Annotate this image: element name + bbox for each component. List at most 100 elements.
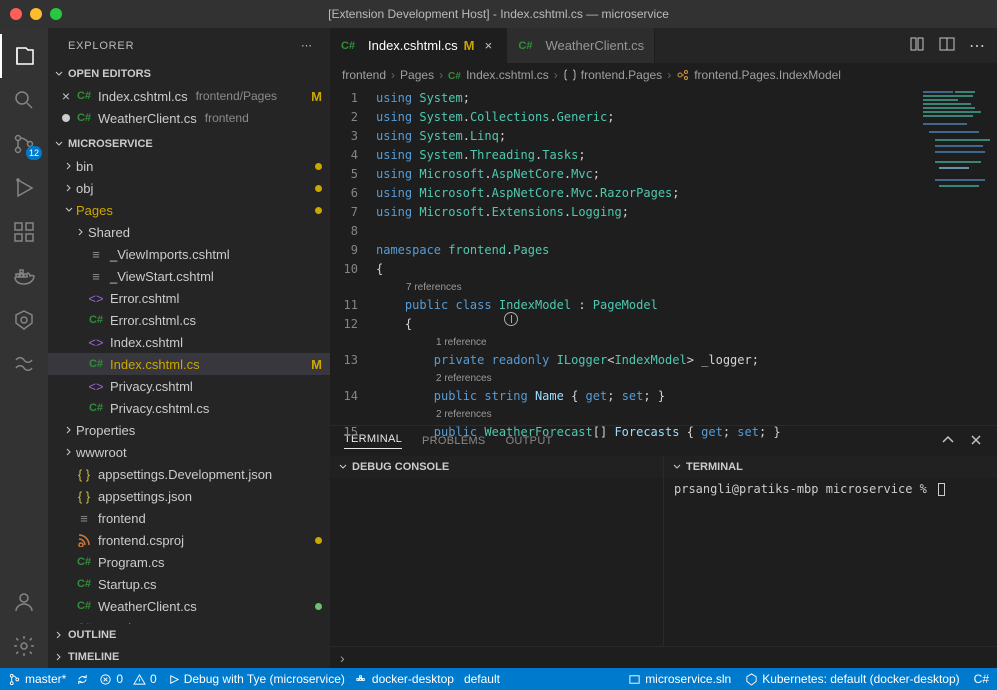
activity-debug[interactable]: [0, 166, 48, 210]
open-editor-item[interactable]: C#WeatherClient.csfrontend: [48, 107, 330, 129]
chevron-right-icon: [54, 652, 66, 662]
codelens[interactable]: 2 references: [376, 406, 917, 423]
editor-tab[interactable]: C#WeatherClient.cs: [507, 28, 655, 63]
compare-changes-icon[interactable]: [909, 36, 925, 55]
timeline-header[interactable]: TIMELINE: [48, 646, 330, 668]
tree-file[interactable]: ≡_ViewImports.cshtml: [48, 243, 330, 265]
breadcrumb-segment[interactable]: frontend.Pages.IndexModel: [676, 68, 841, 82]
window-minimize[interactable]: [30, 8, 42, 20]
project-header[interactable]: MICROSERVICE: [48, 133, 330, 155]
tree-item-label: obj: [76, 181, 93, 196]
code-line[interactable]: {: [376, 315, 917, 334]
tree-file[interactable]: ≡frontend: [48, 507, 330, 529]
outline-header[interactable]: OUTLINE: [48, 624, 330, 646]
activity-settings[interactable]: [0, 624, 48, 668]
tree-file[interactable]: { }appsettings.Development.json: [48, 463, 330, 485]
tree-file[interactable]: C#WeatherClient.cs: [48, 595, 330, 617]
tree-file[interactable]: C#Error.cshtml.cs: [48, 309, 330, 331]
status-sync[interactable]: [76, 673, 89, 686]
tree-file[interactable]: frontend.csproj: [48, 529, 330, 551]
code-line[interactable]: using Microsoft.Extensions.Logging;: [376, 203, 917, 222]
tree-folder[interactable]: obj: [48, 177, 330, 199]
tree-item-label: Index.cshtml: [110, 335, 183, 350]
namespace-icon: [563, 68, 577, 82]
code-line[interactable]: [376, 222, 917, 241]
tree-file[interactable]: <>Privacy.cshtml: [48, 375, 330, 397]
status-language[interactable]: C#: [974, 672, 989, 686]
terminal-content[interactable]: prsangli@pratiks-mbp microservice %: [664, 478, 997, 500]
status-context[interactable]: default: [464, 672, 500, 686]
tree-file[interactable]: C#WeatherForecast.cs: [48, 617, 330, 624]
explorer-more[interactable]: ⋯: [301, 39, 314, 52]
code-line[interactable]: using System.Linq;: [376, 127, 917, 146]
csharp-file-icon: C#: [76, 554, 92, 570]
close-tab-icon[interactable]: ×: [480, 38, 496, 53]
code-line[interactable]: using Microsoft.AspNetCore.Mvc;: [376, 165, 917, 184]
code-editor[interactable]: using System;using System.Collections.Ge…: [376, 87, 917, 425]
status-docker[interactable]: docker-desktop: [355, 672, 454, 686]
code-line[interactable]: using System;: [376, 89, 917, 108]
status-errors[interactable]: 0: [99, 672, 123, 686]
breadcrumb-segment[interactable]: Pages: [400, 68, 434, 82]
tree-folder[interactable]: bin: [48, 155, 330, 177]
codelens[interactable]: 7 references: [376, 279, 917, 296]
open-editors-header[interactable]: OPEN EDITORS: [48, 63, 330, 85]
tree-file[interactable]: { }appsettings.json: [48, 485, 330, 507]
panel-close-icon[interactable]: [969, 433, 983, 450]
activity-extensions[interactable]: [0, 210, 48, 254]
panel-maximize-icon[interactable]: [941, 433, 955, 450]
tree-file[interactable]: ≡_ViewStart.cshtml: [48, 265, 330, 287]
split-editor-icon[interactable]: [939, 36, 955, 55]
code-line[interactable]: using System.Threading.Tasks;: [376, 146, 917, 165]
tree-file[interactable]: <>Index.cshtml: [48, 331, 330, 353]
activity-explorer[interactable]: [0, 34, 48, 78]
close-editor-icon[interactable]: ×: [56, 88, 76, 104]
code-line[interactable]: using System.Collections.Generic;: [376, 108, 917, 127]
status-warnings[interactable]: 0: [133, 672, 157, 686]
minimap[interactable]: [917, 87, 997, 425]
tree-file[interactable]: C#Program.cs: [48, 551, 330, 573]
activity-scm[interactable]: 12: [0, 122, 48, 166]
code-line[interactable]: public WeatherForecast[] Forecasts { get…: [376, 423, 917, 442]
breadcrumb-segment[interactable]: frontend.Pages: [563, 68, 662, 82]
codelens[interactable]: 1 reference: [376, 334, 917, 351]
breadcrumb[interactable]: frontend › Pages › C#Index.cshtml.cs › f…: [330, 63, 997, 87]
window-maximize[interactable]: [50, 8, 62, 20]
activity-docker[interactable]: [0, 254, 48, 298]
debug-console-header[interactable]: DEBUG CONSOLE: [330, 456, 663, 478]
tree-folder[interactable]: Shared: [48, 221, 330, 243]
breadcrumb-segment[interactable]: C#Index.cshtml.cs: [448, 68, 549, 82]
activity-remote[interactable]: [0, 342, 48, 386]
editor-tab[interactable]: C#Index.cshtml.csM×: [330, 28, 507, 63]
status-solution[interactable]: microservice.sln: [628, 672, 731, 686]
more-actions-icon[interactable]: ⋯: [969, 36, 985, 56]
window-close[interactable]: [10, 8, 22, 20]
open-editor-item[interactable]: ×C#Index.cshtml.csfrontend/PagesM: [48, 85, 330, 107]
status-branch[interactable]: master*: [8, 672, 66, 686]
tree-file[interactable]: C#Startup.cs: [48, 573, 330, 595]
status-kubernetes[interactable]: Kubernetes: default (docker-desktop): [745, 672, 959, 686]
tree-folder[interactable]: wwwroot: [48, 441, 330, 463]
breadcrumb-segment[interactable]: frontend: [342, 68, 386, 82]
status-debug-target[interactable]: Debug with Tye (microservice): [167, 672, 345, 686]
activity-kubernetes[interactable]: [0, 298, 48, 342]
activity-search[interactable]: [0, 78, 48, 122]
code-line[interactable]: public string Name { get; set; }: [376, 387, 917, 406]
tree-file[interactable]: <>Error.cshtml: [48, 287, 330, 309]
code-line[interactable]: namespace frontend.Pages: [376, 241, 917, 260]
codelens[interactable]: 2 references: [376, 370, 917, 387]
panel-breadcrumb[interactable]: ›: [330, 646, 997, 668]
tree-item-label: Privacy.cshtml.cs: [110, 401, 209, 416]
tree-folder[interactable]: Pages: [48, 199, 330, 221]
code-line[interactable]: using Microsoft.AspNetCore.Mvc.RazorPage…: [376, 184, 917, 203]
activity-account[interactable]: [0, 580, 48, 624]
tree-folder[interactable]: Properties: [48, 419, 330, 441]
code-line[interactable]: public class IndexModel : PageModel: [376, 296, 917, 315]
open-editor-name: WeatherClient.cs: [98, 111, 197, 126]
terminal-header[interactable]: TERMINAL: [664, 456, 997, 478]
tree-file[interactable]: C#Index.cshtml.csM: [48, 353, 330, 375]
tree-file[interactable]: C#Privacy.cshtml.cs: [48, 397, 330, 419]
line-number: 14: [330, 387, 376, 406]
code-line[interactable]: private readonly ILogger<IndexModel> _lo…: [376, 351, 917, 370]
code-line[interactable]: {: [376, 260, 917, 279]
